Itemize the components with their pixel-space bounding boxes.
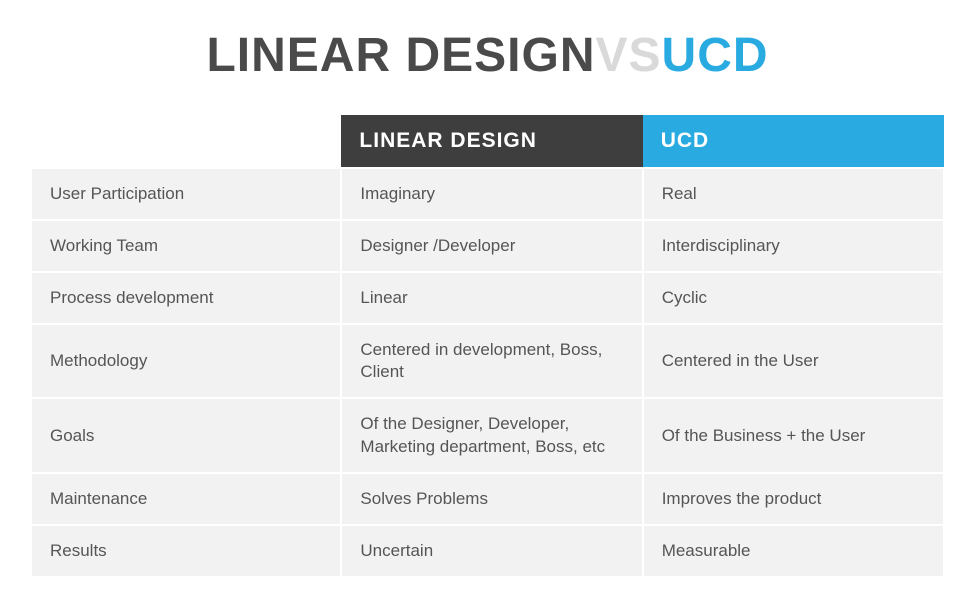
table-row: Working Team Designer /Developer Interdi… [31,220,944,272]
table-header-row: LINEAR DESIGN UCD [31,115,944,168]
title-part1: LINEAR DESIGN [206,29,595,82]
row-col1: Solves Problems [341,473,642,525]
row-col2: Measurable [643,525,944,577]
table-row: Process development Linear Cyclic [31,272,944,324]
header-linear-design: LINEAR DESIGN [341,115,642,168]
table-row: Maintenance Solves Problems Improves the… [31,473,944,525]
header-empty [31,115,341,168]
row-col2: Real [643,168,944,220]
title-vs: VS [596,29,662,82]
row-label: Methodology [31,324,341,398]
row-label: User Participation [31,168,341,220]
row-label: Working Team [31,220,341,272]
row-label: Process development [31,272,341,324]
header-ucd: UCD [643,115,944,168]
row-col1: Uncertain [341,525,642,577]
table-row: User Participation Imaginary Real [31,168,944,220]
comparison-table: LINEAR DESIGN UCD User Participation Ima… [30,115,945,578]
row-label: Results [31,525,341,577]
row-col1: Linear [341,272,642,324]
row-col2: Improves the product [643,473,944,525]
row-col1: Imaginary [341,168,642,220]
table-row: Results Uncertain Measurable [31,525,944,577]
title-part2: UCD [662,29,769,82]
row-col2: Cyclic [643,272,944,324]
row-col2: Interdisciplinary [643,220,944,272]
row-label: Maintenance [31,473,341,525]
row-col1: Designer /Developer [341,220,642,272]
row-label: Goals [31,398,341,472]
row-col2: Centered in the User [643,324,944,398]
table-row: Goals Of the Designer, Developer, Market… [31,398,944,472]
table-row: Methodology Centered in development, Bos… [31,324,944,398]
row-col2: Of the Business + the User [643,398,944,472]
row-col1: Of the Designer, Developer, Marketing de… [341,398,642,472]
row-col1: Centered in development, Boss, Client [341,324,642,398]
page-title: LINEAR DESIGNVSUCD [30,28,945,83]
